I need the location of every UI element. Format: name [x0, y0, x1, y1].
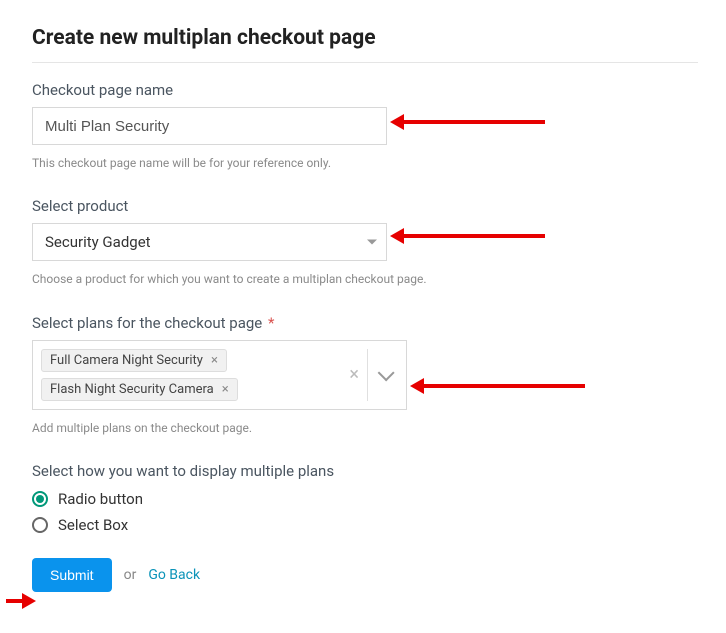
field-checkout-name: Checkout page name This checkout page na…: [32, 81, 698, 173]
helper-checkout-name: This checkout page name will be for your…: [32, 153, 452, 173]
field-plans: Select plans for the checkout page * Ful…: [32, 314, 698, 438]
remove-chip-icon[interactable]: ×: [211, 354, 218, 367]
radio-option-select-box[interactable]: Select Box: [32, 516, 698, 534]
label-display-type: Select how you want to display multiple …: [32, 462, 698, 480]
plans-dropdown-toggle[interactable]: [368, 369, 400, 381]
annotation-arrow: [420, 384, 585, 388]
plans-controls: ×: [335, 341, 406, 409]
annotation-arrow: [400, 120, 545, 124]
plan-chip: Full Camera Night Security ×: [41, 349, 227, 372]
radio-option-radio-button[interactable]: Radio button: [32, 490, 698, 508]
go-back-link[interactable]: Go Back: [148, 567, 200, 583]
actions-row: Submit or Go Back: [32, 558, 698, 592]
plans-multiselect[interactable]: Full Camera Night Security × Flash Night…: [32, 340, 407, 410]
required-mark: *: [268, 314, 274, 332]
field-product: Select product Security Gadget Choose a …: [32, 197, 698, 289]
plan-chip-label: Flash Night Security Camera: [50, 382, 214, 397]
plans-chips-area: Full Camera Night Security × Flash Night…: [33, 341, 335, 409]
helper-plans: Add multiple plans on the checkout page.: [32, 418, 452, 438]
annotation-arrow: [400, 234, 545, 238]
annotation-arrow: [6, 599, 26, 603]
product-select[interactable]: Security Gadget: [32, 223, 387, 261]
radio-group-display: Radio button Select Box: [32, 490, 698, 534]
helper-product: Choose a product for which you want to c…: [32, 269, 452, 289]
remove-chip-icon[interactable]: ×: [222, 383, 229, 396]
plan-chip: Flash Night Security Camera ×: [41, 378, 238, 401]
divider: [32, 62, 698, 63]
field-display-type: Select how you want to display multiple …: [32, 462, 698, 534]
submit-button[interactable]: Submit: [32, 558, 112, 592]
product-select-value: Security Gadget: [32, 223, 387, 261]
caret-down-icon: [367, 240, 377, 245]
clear-all-icon[interactable]: ×: [341, 364, 367, 385]
label-plans-text: Select plans for the checkout page: [32, 314, 262, 332]
label-product: Select product: [32, 197, 698, 215]
chevron-down-icon: [378, 364, 395, 381]
label-plans: Select plans for the checkout page *: [32, 314, 698, 332]
radio-label: Radio button: [58, 490, 143, 508]
radio-icon: [32, 491, 48, 507]
radio-label: Select Box: [58, 516, 128, 534]
page-title: Create new multiplan checkout page: [32, 26, 698, 50]
radio-icon: [32, 517, 48, 533]
label-checkout-name: Checkout page name: [32, 81, 698, 99]
or-text: or: [124, 567, 137, 583]
checkout-name-input[interactable]: [32, 107, 387, 145]
plan-chip-label: Full Camera Night Security: [50, 353, 203, 368]
